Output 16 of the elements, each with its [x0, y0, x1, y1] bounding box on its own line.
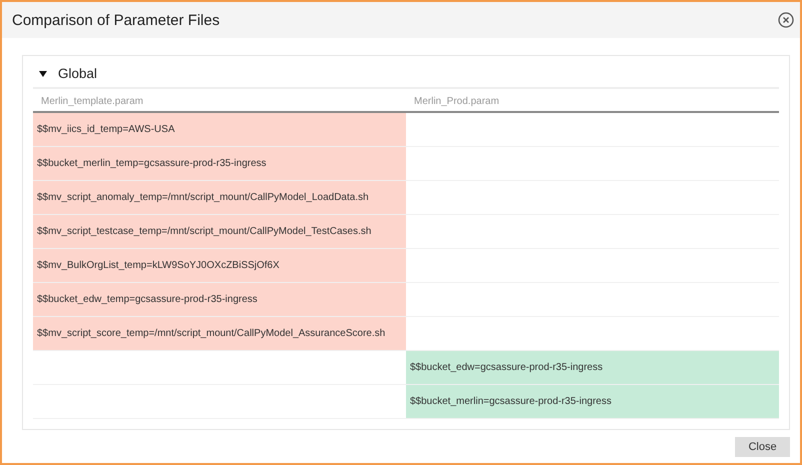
table-cell: $$mv_BulkOrgList_temp=kLW9SoYJ0OXcZBiSSjOf6X	[33, 249, 406, 282]
caret-icon[interactable]	[39, 70, 47, 76]
column-header: Merlin_template.param	[40, 96, 144, 106]
table-cell: $$mv_script_testcase_temp=/mnt/script_mount/CallPyModel_TestCases.sh	[33, 215, 406, 248]
close-button[interactable]: Close	[735, 436, 790, 456]
table-cell: $$bucket_edw_temp=gcsassure-prod-r35-ingress	[33, 283, 406, 316]
table-cell: $$mv_iics_id_temp=AWS-USA	[33, 113, 406, 146]
table-cell: $$mv_script_anomaly_temp=/mnt/script_mount/CallPyModel_LoadData.sh	[33, 181, 406, 214]
table-cell: $$bucket_edw=gcsassure-prod-r35-ingress	[406, 351, 779, 384]
table-cell: $$bucket_merlin_temp=gcsassure-prod-r35-ingress	[33, 147, 406, 180]
table-cell: $$bucket_merlin=gcsassure-prod-r35-ingress	[406, 385, 779, 418]
column-header: Merlin_Prod.param	[413, 96, 500, 106]
window-title: Comparison of Parameter Files	[12, 12, 220, 28]
section-title[interactable]: Global	[58, 66, 98, 81]
table-cell: $$mv_script_score_temp=/mnt/script_mount/CallPyModel_AssuranceScore.sh	[33, 317, 406, 350]
close-icon[interactable]	[778, 12, 794, 28]
